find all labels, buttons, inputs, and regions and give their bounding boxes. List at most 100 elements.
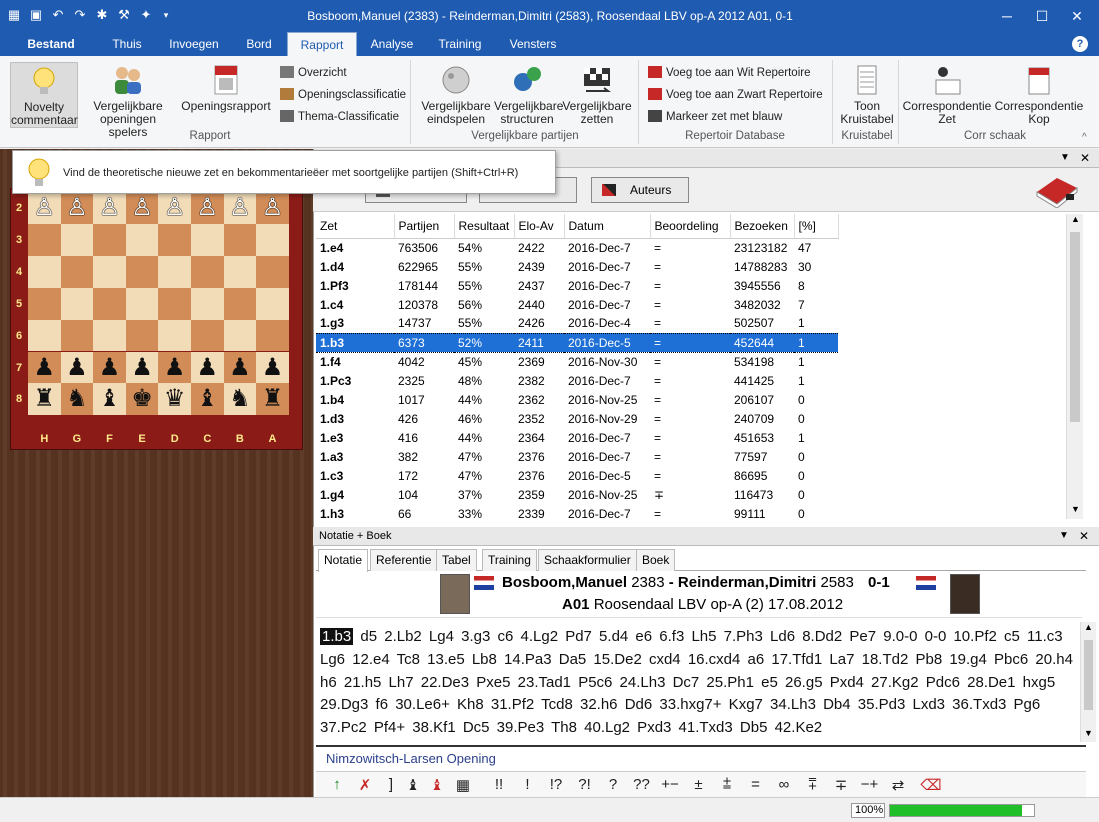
board-square[interactable]: ♝ [93,383,126,416]
undo-icon[interactable]: ↶ [50,7,66,23]
chess-piece[interactable]: ♟ [164,354,186,381]
chess-piece[interactable]: ♜ [262,385,284,412]
table-row[interactable]: 1.Pc3 2325 48% 2382 2016-Dec-7 = 441425 1 [316,371,838,390]
thema-classificatie-button[interactable]: Thema-Classificatie [280,110,399,123]
board-square[interactable] [60,223,94,256]
chess-piece[interactable]: ♞ [229,385,251,412]
table-row[interactable]: 1.b3 6373 52% 2411 2016-Dec-5 = 452644 1 [316,332,838,353]
mark-move-blue-button[interactable]: Markeer zet met blauw [648,110,782,123]
annotation-symbol-button[interactable]: −+ [859,776,881,793]
tab-vensters[interactable]: Vensters [498,32,568,56]
tab-training[interactable]: Training [428,32,492,56]
board-square[interactable] [60,255,94,288]
board-square[interactable] [158,223,191,256]
board-square[interactable] [93,319,126,352]
board-square[interactable]: ♟ [28,351,61,384]
annotation-symbol-button[interactable]: ? [602,776,624,793]
board-square[interactable] [28,255,61,288]
tab-notatie[interactable]: Notatie [318,549,369,572]
board-square[interactable] [60,319,94,352]
board-square[interactable] [191,255,224,288]
board-square[interactable] [191,319,224,352]
auteurs-button[interactable]: Auteurs [591,177,689,203]
board-square[interactable] [223,255,257,288]
promote-variation-icon[interactable]: ↑ [326,776,348,793]
annotation-symbol-button[interactable]: = [745,776,767,793]
help-icon[interactable]: ? [1072,36,1088,52]
chess-board[interactable]: ♙ ♙ ♙ ♙ ♙ ♙ ♙ ♙ 2 3 4 5 6 ♟ ♟ ♟ ♟ ♟ ♟ ♟ ♟ 7 ♜ ♞ ♝ ♚ ♛ ♝ ♞ ♜ 8 H G F E D C B A [10,188,303,450]
chess-piece[interactable]: ♙ [34,194,56,221]
board-square[interactable]: ♟ [60,351,94,384]
board-square[interactable]: ♝ [191,383,224,416]
chess-piece[interactable]: ♙ [99,194,121,221]
chess-piece[interactable]: ♛ [164,385,186,412]
chess-piece[interactable]: ♟ [66,354,88,381]
board-square[interactable] [125,287,159,320]
board-square[interactable] [60,287,94,320]
table-row[interactable]: 1.c4 120378 56% 2440 2016-Dec-7 = 3482032 7 [316,295,838,314]
redo-icon[interactable]: ↷ [72,7,88,23]
overzicht-button[interactable]: Overzicht [280,66,347,79]
board-square[interactable]: ♙ [223,192,257,224]
table-row[interactable]: 1.a3 382 47% 2376 2016-Dec-7 = 77597 0 [316,447,838,466]
board-square[interactable]: ♛ [158,383,191,416]
table-row[interactable]: 1.b4 1017 44% 2362 2016-Nov-25 = 206107 0 [316,390,838,409]
chess-piece[interactable]: ♟ [262,354,284,381]
tab-analyse[interactable]: Analyse [360,32,424,56]
chess-piece[interactable]: ♚ [131,385,153,412]
board-square[interactable] [191,287,224,320]
scroll-up-icon[interactable]: ▲ [1071,214,1080,224]
vergelijkbare-structuren-button[interactable]: Vergelijkbare structuren [494,64,563,126]
board-square[interactable] [125,255,159,288]
chess-piece[interactable]: ♙ [131,194,153,221]
board-square[interactable] [158,255,191,288]
board-square[interactable]: ♙ [125,192,159,224]
tab-tabel[interactable]: Tabel [436,549,477,571]
board-square[interactable] [28,223,61,256]
pane-dropdown-icon[interactable]: ▼ [1060,149,1070,167]
correspondentie-kop-button[interactable]: Correspondentie Kop [994,64,1084,126]
move-list[interactable]: d5 2.Lb2 Lg4 3.g3 c6 4.Lg2 Pd7 5.d4 e6 6… [320,628,1073,736]
board-square[interactable] [93,223,126,256]
pane-close-icon[interactable]: ✕ [1080,149,1090,167]
tools-icon[interactable]: ⚒ [116,7,132,23]
board-square[interactable]: ♙ [191,192,224,224]
board-square[interactable] [223,287,257,320]
openingsrapport-button[interactable]: Openingsrapport [180,64,272,113]
tab-invoegen[interactable]: Invoegen [160,32,228,56]
novelty-commentaar-button[interactable]: Novelty commentaar [10,62,78,128]
board-square[interactable] [28,287,61,320]
scroll-thumb[interactable] [1084,640,1093,710]
annotation-symbol-button[interactable]: ⇄ [887,776,909,794]
annotation-symbol-button[interactable]: ∓ [830,776,852,794]
annotation-symbol-button[interactable]: ⩱ [802,776,824,793]
tab-thuis[interactable]: Thuis [98,32,156,56]
scroll-down-icon[interactable]: ▼ [1071,504,1080,514]
add-white-repertoire-button[interactable]: Voeg toe aan Wit Repertoire [648,66,810,79]
bug-icon[interactable]: ✱ [94,7,110,23]
chess-piece[interactable]: ♙ [262,194,284,221]
board-square[interactable] [256,223,289,256]
table-row[interactable]: 1.g4 104 37% 2359 2016-Nov-25 ∓ 116473 0 [316,485,838,504]
board-square[interactable] [158,287,191,320]
board-square[interactable]: ♟ [256,351,289,384]
annotation-symbol-button[interactable]: ∞ [773,776,795,793]
board-square[interactable] [28,319,61,352]
board-square[interactable]: ♙ [93,192,126,224]
table-row[interactable]: 1.e4 763506 54% 2422 2016-Dec-7 = 23123182 47 [316,238,838,257]
board-square[interactable] [223,319,257,352]
annotation-symbol-button[interactable]: !! [488,776,510,793]
scroll-thumb[interactable] [1070,232,1080,422]
vergelijkbare-eindspelen-button[interactable]: Vergelijkbare eindspelen [420,64,492,126]
board-square[interactable]: ♟ [191,351,224,384]
chess-piece[interactable]: ♝ [197,385,219,412]
board-square[interactable]: ♟ [223,351,257,384]
tab-bord[interactable]: Bord [232,32,286,56]
lightbulb-icon[interactable]: ✦ [138,7,154,23]
column-header[interactable]: [%] [794,214,839,239]
minimize-button[interactable]: ─ [990,0,1024,32]
openingsclassificatie-button[interactable]: Openingsclassificatie [280,88,406,101]
ribbon-collapse-icon[interactable]: ^ [1082,132,1087,143]
scroll-down-icon[interactable]: ▼ [1084,728,1093,738]
table-scrollbar[interactable]: ▲ ▼ [1066,214,1083,519]
